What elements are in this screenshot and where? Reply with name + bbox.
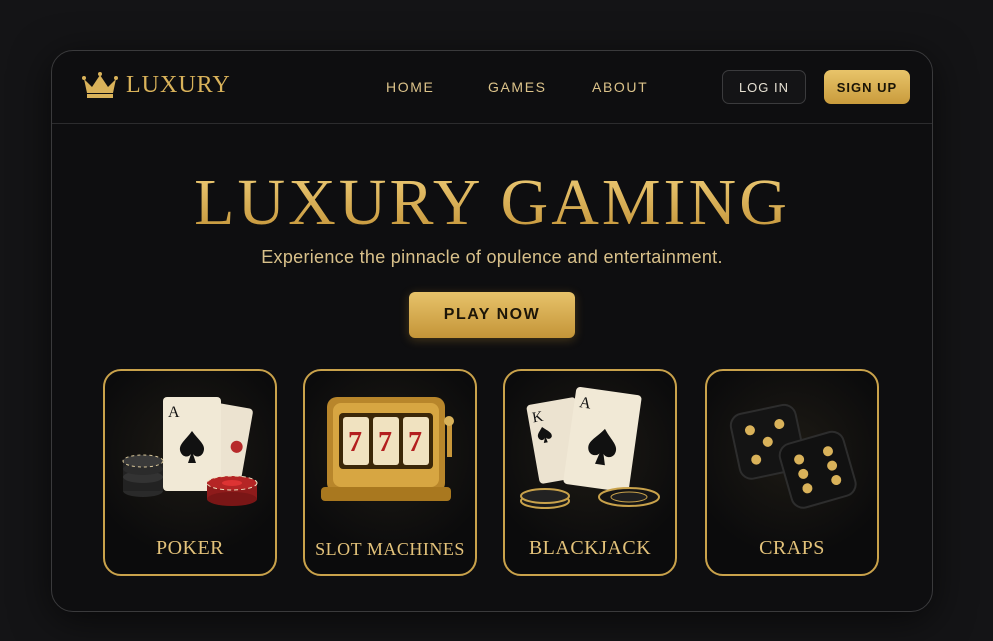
blackjack-cards-icon: K A [520,387,660,509]
signup-button[interactable]: SIGN UP [824,70,910,104]
play-now-button[interactable]: PLAY NOW [409,292,575,338]
dice-icon [729,403,857,509]
game-label-slot-machines: SLOT MACHINES [315,539,465,559]
app-window: LUXURY HOME GAMES ABOUT LOG IN SIGN UP L… [51,50,933,612]
game-label-craps: CRAPS [759,537,825,559]
game-card-craps[interactable]: CRAPS [705,369,879,576]
game-card-slot-machines[interactable]: 7 7 7 SLOT MACHINES [303,369,477,576]
nav-link-home[interactable]: HOME [386,79,434,95]
hero-title: LUXURY GAMING [52,167,932,239]
svg-text:7: 7 [378,427,392,458]
navbar: LUXURY HOME GAMES ABOUT LOG IN SIGN UP [52,51,932,124]
hero-subtitle: Experience the pinnacle of opulence and … [261,247,723,267]
poker-cards-chips-icon: A [122,397,258,506]
game-label-blackjack: BLACKJACK [528,537,652,559]
game-card-poker[interactable]: A POKER [103,369,277,576]
login-button[interactable]: LOG IN [722,70,806,104]
nav-link-about[interactable]: ABOUT [592,79,648,95]
crown-icon [82,72,118,98]
brand-name: LUXURY [126,71,231,98]
game-label-poker: POKER [155,537,225,559]
brand-logo[interactable]: LUXURY [82,71,231,99]
svg-text:7: 7 [348,427,362,458]
svg-text:A: A [168,404,180,421]
svg-text:7: 7 [408,427,422,458]
slot-machine-icon: 7 7 7 [321,397,454,501]
nav-link-games[interactable]: GAMES [488,79,547,95]
game-card-blackjack[interactable]: K A BLACKJACK [503,369,677,576]
